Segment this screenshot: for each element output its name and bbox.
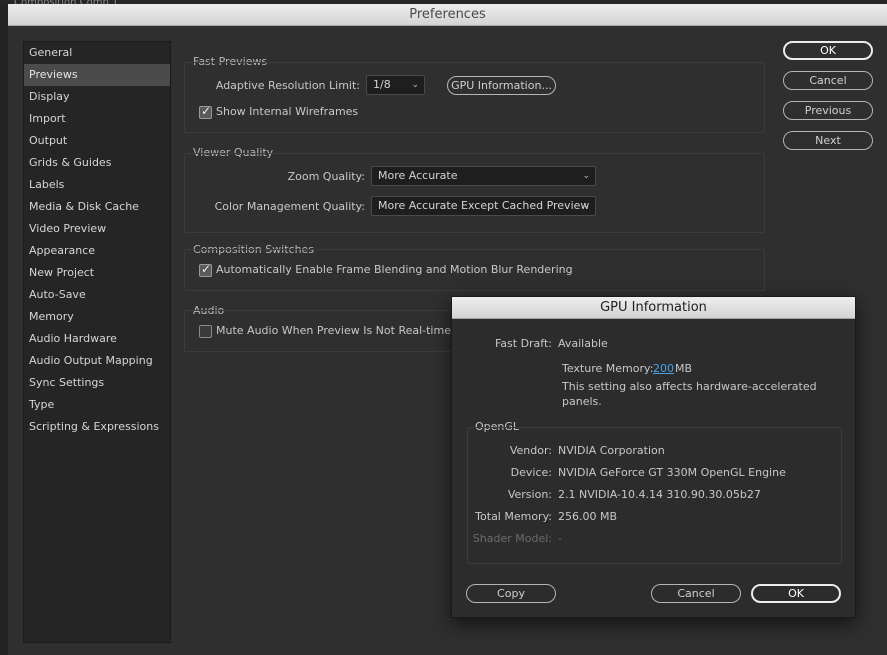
vendor-value: NVIDIA Corporation xyxy=(558,444,665,457)
sidebar-item-grids-guides[interactable]: Grids & Guides xyxy=(24,152,170,174)
checkmark-icon: ✓ xyxy=(201,262,212,276)
gpu-information-button[interactable]: GPU Information... xyxy=(447,76,556,95)
frame-blending-label: Automatically Enable Frame Blending and … xyxy=(216,263,573,276)
adaptive-resolution-dropdown[interactable]: 1/8 ⌄ xyxy=(366,75,425,95)
copy-button[interactable]: Copy xyxy=(466,584,556,603)
shader-model-label: Shader Model: xyxy=(472,532,552,545)
mute-audio-checkbox[interactable] xyxy=(199,325,212,338)
mute-audio-label: Mute Audio When Preview Is Not Real-time xyxy=(216,324,451,337)
sidebar-item-labels[interactable]: Labels xyxy=(24,174,170,196)
version-label: Version: xyxy=(507,488,552,501)
sidebar-item-new-project[interactable]: New Project xyxy=(24,262,170,284)
frame-blending-checkbox[interactable]: ✓ xyxy=(199,262,212,277)
texture-memory-label: Texture Memory: xyxy=(562,362,654,375)
sidebar-item-video-preview[interactable]: Video Preview xyxy=(24,218,170,240)
show-wireframes-checkbox[interactable]: ✓ xyxy=(199,104,212,119)
color-management-dropdown[interactable]: More Accurate Except Cached Preview ⌄ xyxy=(371,196,596,216)
sidebar-item-general[interactable]: General xyxy=(24,42,170,64)
sidebar-item-display[interactable]: Display xyxy=(24,86,170,108)
sidebar-item-type[interactable]: Type xyxy=(24,394,170,416)
fast-previews-group xyxy=(184,62,765,133)
chevron-down-icon: ⌄ xyxy=(582,201,590,211)
viewer-quality-group xyxy=(184,153,765,233)
sidebar-item-output[interactable]: Output xyxy=(24,130,170,152)
sidebar-item-auto-save[interactable]: Auto-Save xyxy=(24,284,170,306)
total-memory-label: Total Memory: xyxy=(475,510,552,523)
color-management-value: More Accurate Except Cached Preview xyxy=(378,199,590,212)
zoom-quality-label: Zoom Quality: xyxy=(287,170,365,183)
zoom-quality-value: More Accurate xyxy=(378,169,458,182)
preferences-sidebar: General Previews Display Import Output Grids … xyxy=(23,41,171,643)
sidebar-item-sync-settings[interactable]: Sync Settings xyxy=(24,372,170,394)
chevron-down-icon: ⌄ xyxy=(411,80,419,90)
sidebar-item-audio-hardware[interactable]: Audio Hardware xyxy=(24,328,170,350)
gpu-ok-button[interactable]: OK xyxy=(751,584,841,603)
color-management-label: Color Management Quality: xyxy=(214,200,365,213)
gpu-information-dialog: GPU Information Fast Draft: Available Te… xyxy=(451,296,856,618)
next-button[interactable]: Next xyxy=(783,131,873,150)
cancel-button[interactable]: Cancel xyxy=(783,71,873,90)
sidebar-item-appearance[interactable]: Appearance xyxy=(24,240,170,262)
gpu-dialog-title: GPU Information xyxy=(452,297,855,319)
preferences-title: Preferences xyxy=(8,4,887,26)
total-memory-value: 256.00 MB xyxy=(558,510,618,523)
sidebar-item-previews[interactable]: Previews xyxy=(24,64,170,86)
show-wireframes-label: Show Internal Wireframes xyxy=(216,105,359,118)
sidebar-item-audio-output-mapping[interactable]: Audio Output Mapping xyxy=(24,350,170,372)
checkmark-icon: ✓ xyxy=(201,104,212,118)
shader-model-value: - xyxy=(558,532,562,545)
gpu-cancel-button[interactable]: Cancel xyxy=(651,584,741,603)
vendor-label: Vendor: xyxy=(509,444,552,457)
background-app-left-edge xyxy=(0,6,8,655)
chevron-down-icon: ⌄ xyxy=(582,171,590,181)
device-value: NVIDIA GeForce GT 330M OpenGL Engine xyxy=(558,466,786,479)
sidebar-item-media-disk-cache[interactable]: Media & Disk Cache xyxy=(24,196,170,218)
previous-button[interactable]: Previous xyxy=(783,101,873,120)
version-value: 2.1 NVIDIA-10.4.14 310.90.30.05b27 xyxy=(558,488,761,501)
device-label: Device: xyxy=(510,466,552,479)
fast-draft-label: Fast Draft: xyxy=(494,337,552,350)
texture-memory-unit: MB xyxy=(675,362,693,375)
fast-draft-value: Available xyxy=(558,337,608,350)
zoom-quality-dropdown[interactable]: More Accurate ⌄ xyxy=(371,166,596,186)
ok-button[interactable]: OK xyxy=(783,41,873,60)
adaptive-resolution-label: Adaptive Resolution Limit: xyxy=(215,79,360,92)
texture-note-line-1: This setting also affects hardware-accel… xyxy=(562,380,817,393)
texture-memory-input[interactable]: 200 xyxy=(653,362,674,375)
texture-note-line-2: panels. xyxy=(562,395,602,408)
sidebar-item-import[interactable]: Import xyxy=(24,108,170,130)
texture-memory-value: 200 xyxy=(653,362,674,375)
adaptive-resolution-value: 1/8 xyxy=(373,78,391,91)
sidebar-item-scripting-expressions[interactable]: Scripting & Expressions xyxy=(24,416,170,438)
sidebar-item-memory[interactable]: Memory xyxy=(24,306,170,328)
